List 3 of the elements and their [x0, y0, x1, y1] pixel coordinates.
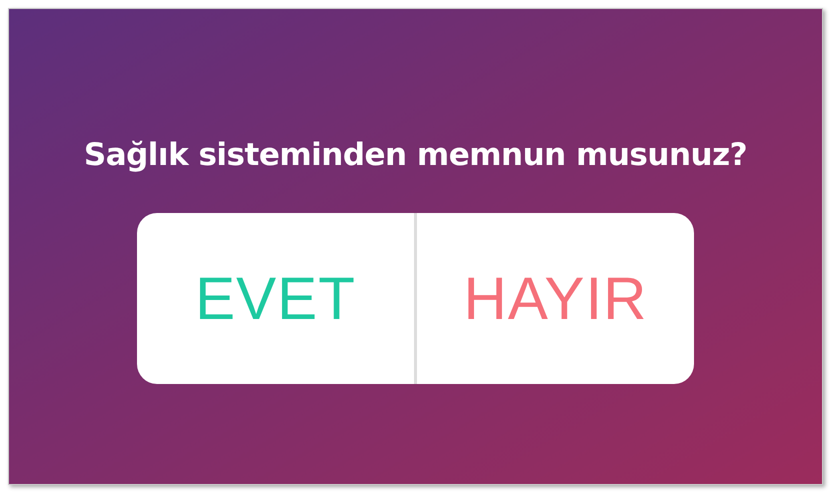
poll-question: Sağlık sisteminden memnun musunuz?	[84, 137, 748, 173]
poll-option[interactable]: HAYIR	[417, 213, 694, 384]
poll-option[interactable]: EVET	[137, 213, 414, 384]
